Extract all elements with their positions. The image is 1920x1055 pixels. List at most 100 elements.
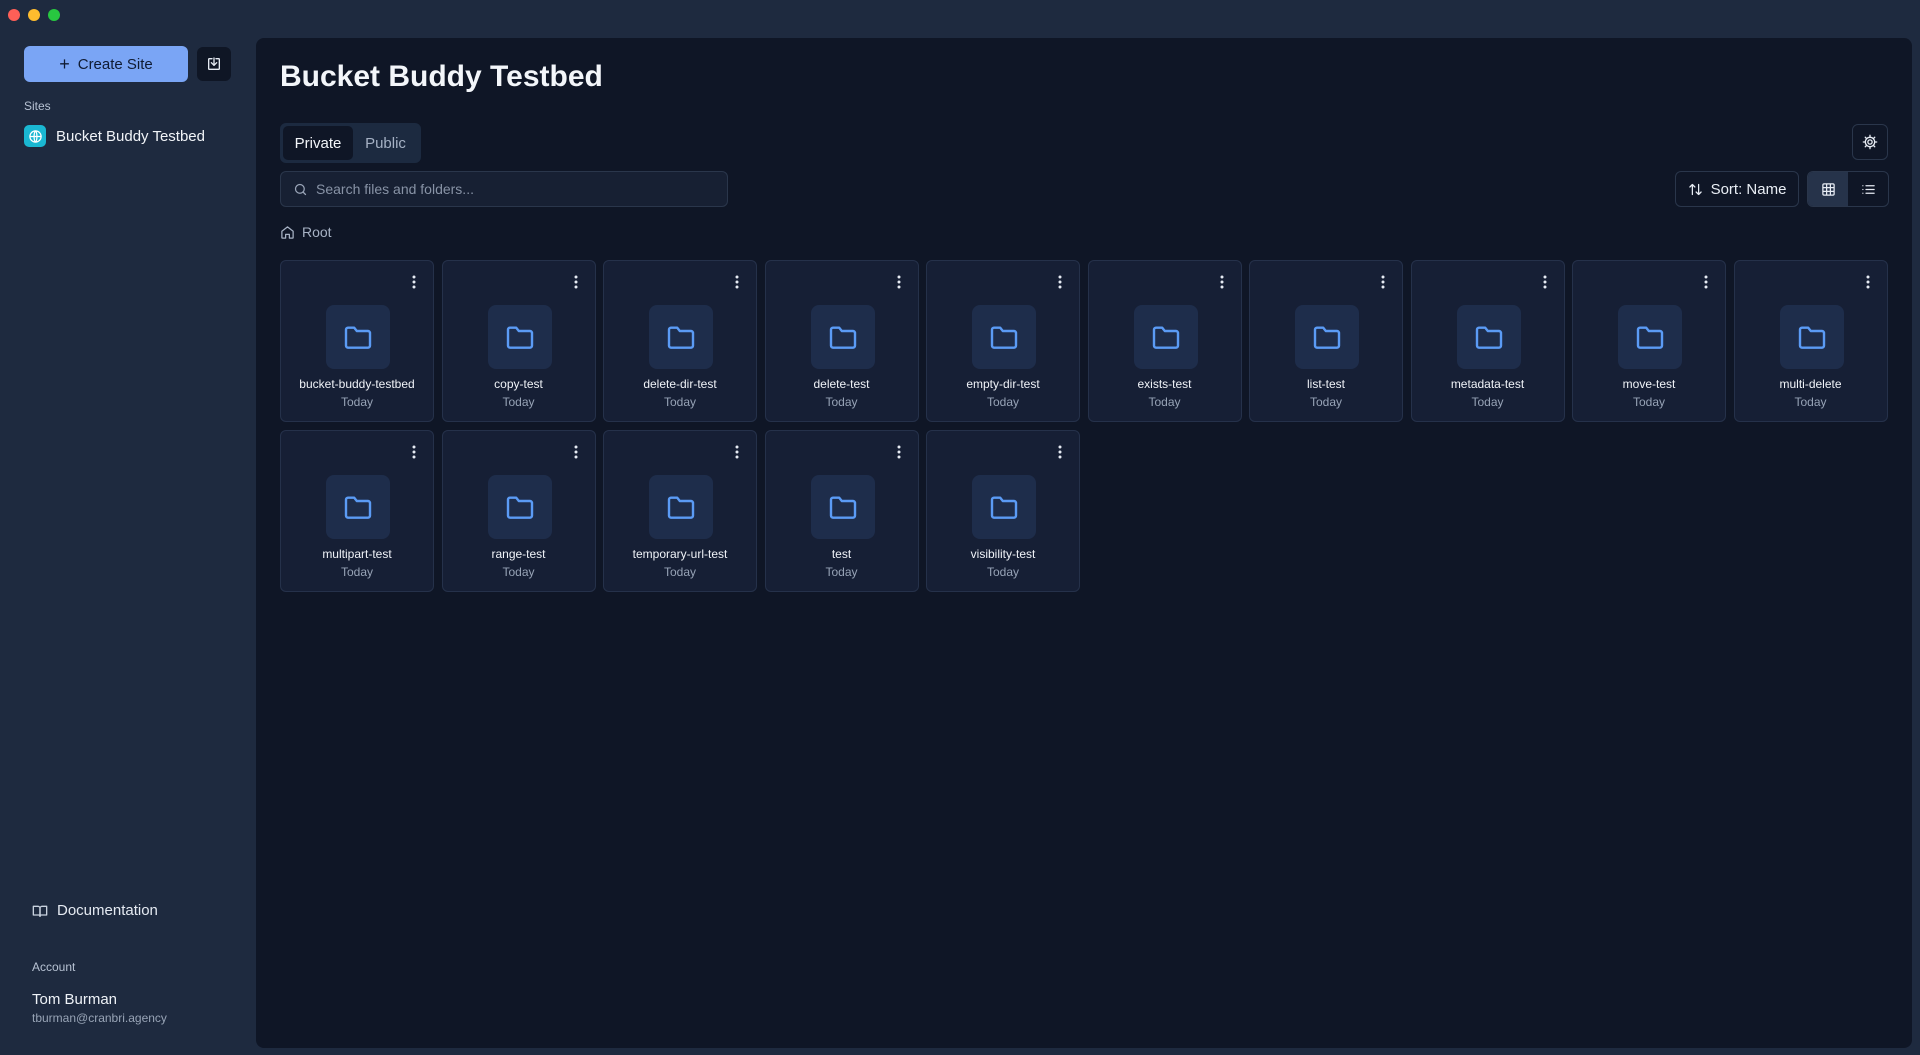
folder-date: Today bbox=[1632, 395, 1666, 409]
more-vertical-icon[interactable] bbox=[1053, 443, 1067, 461]
create-site-button[interactable]: + Create Site bbox=[24, 46, 188, 82]
maximize-window-button[interactable] bbox=[48, 9, 60, 21]
folder-date: Today bbox=[1794, 395, 1827, 409]
folder-card-metadata-test[interactable]: metadata-test Today bbox=[1410, 260, 1565, 422]
folder-icon bbox=[972, 305, 1036, 369]
folder-date: Today bbox=[825, 565, 858, 579]
folder-name: empty-dir-test bbox=[966, 377, 1040, 391]
folder-icon bbox=[1618, 305, 1682, 369]
folder-icon bbox=[326, 475, 390, 539]
folder-name: visibility-test bbox=[970, 547, 1036, 561]
grid-view-button[interactable] bbox=[1808, 172, 1848, 206]
globe-icon bbox=[24, 125, 46, 147]
list-view-button[interactable] bbox=[1848, 172, 1888, 206]
more-vertical-icon[interactable] bbox=[892, 273, 906, 291]
folder-name: delete-test bbox=[813, 377, 870, 391]
folder-card-test[interactable]: test Today bbox=[764, 430, 919, 592]
folder-name: copy-test bbox=[494, 377, 543, 391]
search-icon bbox=[294, 183, 307, 195]
user-name: Tom Burman bbox=[32, 991, 118, 1008]
folder-date: Today bbox=[825, 395, 858, 409]
user-email: tburman@cranbri.agency bbox=[32, 1011, 167, 1025]
more-vertical-icon[interactable] bbox=[1215, 273, 1229, 291]
folder-icon bbox=[1133, 305, 1198, 369]
sort-button[interactable]: Sort: Name bbox=[1675, 171, 1799, 207]
visibility-tabs: Private Public bbox=[280, 123, 421, 163]
folder-icon bbox=[649, 305, 713, 369]
folder-date: Today bbox=[986, 395, 1020, 409]
close-window-button[interactable] bbox=[8, 9, 20, 21]
more-vertical-icon[interactable] bbox=[730, 443, 744, 461]
search-box bbox=[280, 171, 728, 207]
folder-name: delete-dir-test bbox=[643, 377, 717, 391]
folder-icon bbox=[649, 475, 713, 539]
more-vertical-icon[interactable] bbox=[1538, 273, 1552, 291]
more-vertical-icon[interactable] bbox=[569, 443, 583, 461]
tab-private[interactable]: Private bbox=[283, 126, 353, 160]
sort-arrows-icon bbox=[1688, 183, 1702, 195]
list-icon bbox=[1861, 184, 1875, 194]
sort-label: Sort: Name bbox=[1710, 180, 1787, 198]
more-vertical-icon[interactable] bbox=[407, 273, 421, 291]
folder-card-multipart-test[interactable]: multipart-test Today bbox=[280, 430, 434, 592]
documentation-link[interactable]: Documentation bbox=[32, 902, 158, 919]
settings-button[interactable] bbox=[1852, 124, 1888, 160]
folder-name: bucket-buddy-testbed bbox=[299, 377, 415, 391]
folder-name: list-test bbox=[1306, 377, 1345, 391]
folder-date: Today bbox=[1471, 395, 1504, 409]
gear-icon bbox=[1862, 134, 1878, 150]
more-vertical-icon[interactable] bbox=[892, 443, 906, 461]
more-vertical-icon[interactable] bbox=[730, 273, 744, 291]
sidebar-item-bucket-buddy-testbed[interactable]: Bucket Buddy Testbed bbox=[24, 125, 205, 147]
folder-date: Today bbox=[340, 565, 374, 579]
home-icon bbox=[281, 225, 294, 239]
more-vertical-icon[interactable] bbox=[1861, 273, 1875, 291]
sidebar: + Create Site Sites Bucket Buddy Testbed… bbox=[0, 30, 256, 1055]
folder-grid: bucket-buddy-testbed Today copy-test Tod… bbox=[280, 260, 1889, 592]
search-input[interactable] bbox=[316, 181, 727, 197]
folder-card-delete-dir-test[interactable]: delete-dir-test Today bbox=[603, 260, 757, 422]
import-button[interactable] bbox=[197, 47, 231, 81]
folder-icon bbox=[487, 475, 552, 539]
minimize-window-button[interactable] bbox=[28, 9, 40, 21]
more-vertical-icon[interactable] bbox=[1699, 273, 1713, 291]
folder-date: Today bbox=[663, 395, 697, 409]
import-icon bbox=[208, 57, 220, 70]
create-site-label: Create Site bbox=[77, 55, 153, 73]
sites-heading: Sites bbox=[24, 99, 51, 113]
window-titlebar bbox=[0, 0, 1920, 30]
folder-card-range-test[interactable]: range-test Today bbox=[441, 430, 596, 592]
folder-card-visibility-test[interactable]: visibility-test Today bbox=[926, 430, 1080, 592]
plus-icon: + bbox=[59, 54, 70, 74]
more-vertical-icon[interactable] bbox=[407, 443, 421, 461]
folder-icon bbox=[1779, 305, 1844, 369]
folder-card-multi-delete[interactable]: multi-delete Today bbox=[1733, 260, 1888, 422]
folder-icon bbox=[1456, 305, 1521, 369]
folder-icon bbox=[810, 475, 875, 539]
account-heading: Account bbox=[32, 960, 76, 974]
folder-date: Today bbox=[1148, 395, 1181, 409]
folder-icon bbox=[972, 475, 1036, 539]
folder-card-exists-test[interactable]: exists-test Today bbox=[1087, 260, 1242, 422]
folder-icon bbox=[1295, 305, 1359, 369]
folder-card-bucket-buddy-testbed[interactable]: bucket-buddy-testbed Today bbox=[280, 260, 434, 422]
folder-name: move-test bbox=[1622, 377, 1676, 391]
more-vertical-icon[interactable] bbox=[1053, 273, 1067, 291]
more-vertical-icon[interactable] bbox=[1376, 273, 1390, 291]
breadcrumb-root-label: Root bbox=[302, 224, 332, 240]
view-mode-toggle bbox=[1807, 171, 1889, 207]
tab-public[interactable]: Public bbox=[353, 126, 418, 160]
folder-card-move-test[interactable]: move-test Today bbox=[1572, 260, 1726, 422]
folder-card-temporary-url-test[interactable]: temporary-url-test Today bbox=[603, 430, 757, 592]
folder-icon bbox=[487, 305, 552, 369]
documentation-label: Documentation bbox=[57, 902, 158, 919]
folder-card-empty-dir-test[interactable]: empty-dir-test Today bbox=[926, 260, 1080, 422]
folder-card-list-test[interactable]: list-test Today bbox=[1249, 260, 1403, 422]
more-vertical-icon[interactable] bbox=[569, 273, 583, 291]
folder-name: multi-delete bbox=[1779, 377, 1842, 391]
folder-date: Today bbox=[502, 565, 535, 579]
breadcrumb-root[interactable]: Root bbox=[280, 224, 332, 240]
folder-card-copy-test[interactable]: copy-test Today bbox=[441, 260, 596, 422]
folder-name: multipart-test bbox=[322, 547, 392, 561]
folder-card-delete-test[interactable]: delete-test Today bbox=[764, 260, 919, 422]
